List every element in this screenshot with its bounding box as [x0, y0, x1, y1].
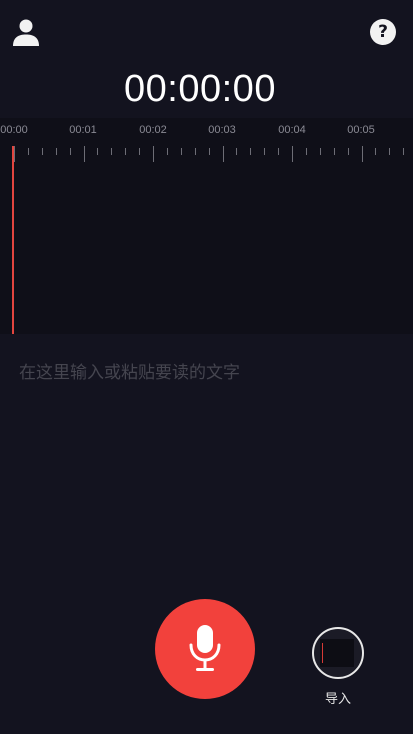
- timeline-labels: 00:00 00:01 00:02 00:03 00:04 00:05: [0, 124, 413, 138]
- timeline-ruler: [0, 144, 413, 168]
- ruler-tick: [139, 148, 140, 155]
- help-icon: ?: [378, 22, 388, 42]
- ruler-tick: [334, 148, 335, 155]
- timeline-label: 00:04: [278, 124, 306, 136]
- ruler-tick: [42, 148, 43, 155]
- ruler-tick: [111, 148, 112, 155]
- ruler-tick: [389, 148, 390, 155]
- ruler-tick: [209, 148, 210, 155]
- help-button[interactable]: ?: [370, 19, 396, 45]
- ruler-tick: [28, 148, 29, 155]
- ruler-tick: [167, 148, 168, 155]
- ruler-tick: [264, 148, 265, 155]
- ruler-tick: [250, 148, 251, 155]
- ruler-tick: [153, 146, 154, 162]
- ruler-tick: [70, 148, 71, 155]
- timeline-label: 00:01: [69, 124, 97, 136]
- timeline-label: 00:00: [0, 124, 28, 136]
- ruler-tick: [375, 148, 376, 155]
- ruler-tick: [320, 148, 321, 155]
- ruler-tick: [195, 148, 196, 155]
- timeline-label: 00:02: [139, 124, 167, 136]
- ruler-tick: [14, 146, 15, 162]
- ruler-tick: [223, 146, 224, 162]
- ruler-tick: [403, 148, 404, 155]
- text-input-placeholder: 在这里输入或粘贴要读的文字: [19, 363, 240, 383]
- timeline-label: 00:03: [208, 124, 236, 136]
- import-label: 导入: [324, 692, 351, 707]
- ruler-tick: [292, 146, 293, 162]
- user-icon: [13, 19, 39, 46]
- timeline-label: 00:05: [347, 124, 375, 136]
- ruler-tick: [125, 148, 126, 155]
- import-button[interactable]: [312, 627, 364, 679]
- playhead[interactable]: [12, 146, 14, 334]
- ruler-tick: [236, 148, 237, 155]
- microphone-icon: [189, 625, 221, 671]
- ruler-tick: [362, 146, 363, 162]
- ruler-tick: [84, 146, 85, 162]
- ruler-tick: [278, 148, 279, 155]
- import-thumbnail: [320, 639, 354, 667]
- record-button[interactable]: [155, 599, 255, 699]
- ruler-tick: [97, 148, 98, 155]
- ruler-tick: [306, 148, 307, 155]
- recording-timer: 00:00:00: [124, 68, 276, 110]
- profile-button[interactable]: [10, 16, 42, 48]
- ruler-tick: [181, 148, 182, 155]
- waveform-timeline[interactable]: 00:00 00:01 00:02 00:03 00:04 00:05: [0, 118, 413, 334]
- top-bar: ?: [0, 0, 413, 64]
- text-input-area[interactable]: 在这里输入或粘贴要读的文字: [0, 334, 413, 594]
- ruler-tick: [56, 148, 57, 155]
- ruler-tick: [348, 148, 349, 155]
